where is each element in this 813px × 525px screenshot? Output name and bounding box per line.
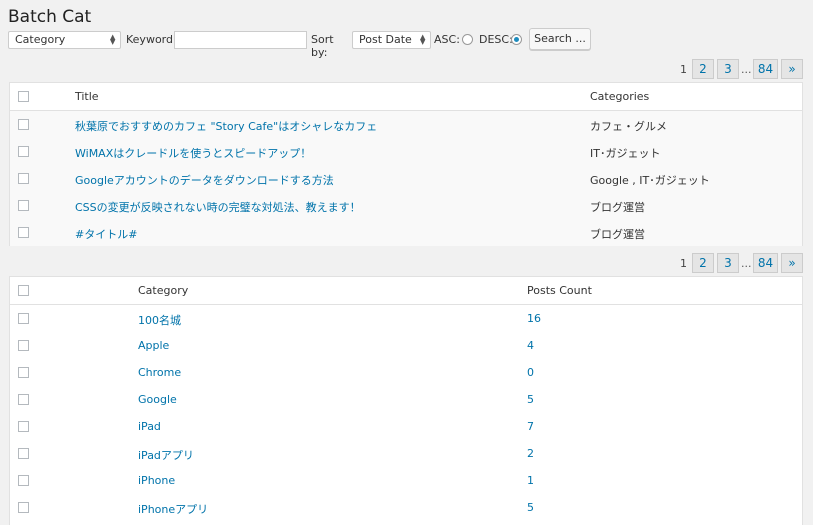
posts-table-header: Title Categories [10,83,802,111]
row-checkbox[interactable] [18,448,29,459]
row-checkbox[interactable] [18,313,29,324]
column-header-category: Category [138,284,189,297]
select-all-checkbox[interactable] [18,91,29,102]
posts-count-link[interactable]: 4 [527,339,534,352]
pagination-bottom: 1 2 3 ... 84 » [680,253,804,273]
post-categories: カフェ・グルメ [590,120,667,133]
categories-table: Category Posts Count 100名城 16 Apple 4 Ch… [9,276,803,525]
table-row: WiMAXはクレードルを使うとスピードアップ！ IT･ガジェット [10,138,802,165]
row-checkbox[interactable] [18,227,29,238]
row-checkbox[interactable] [18,200,29,211]
desc-radio[interactable] [511,34,522,45]
posts-count-link[interactable]: 7 [527,420,534,433]
next-page-button[interactable]: » [781,59,803,79]
category-select[interactable]: Category ▲ ▼ [8,31,121,49]
sort-label: Sort by: [311,33,334,59]
category-name-link[interactable]: iPhone [138,474,175,487]
category-name-link[interactable]: Google [138,393,177,406]
pagination-ellipsis: ... [741,257,752,270]
post-title-link[interactable]: #タイトル# [75,226,137,242]
page-link-last[interactable]: 84 [753,253,778,273]
table-row: Chrome 0 [10,359,802,386]
asc-label: ASC: [434,33,460,46]
desc-label: DESC: [479,33,513,46]
page-title: Batch Cat [8,7,92,27]
posts-count-link[interactable]: 0 [527,366,534,379]
categories-table-header: Category Posts Count [10,277,802,305]
posts-count-link[interactable]: 2 [527,447,534,460]
table-row: 秋葉原でおすすめのカフェ "Story Cafe"はオシャレなカフェ カフェ・グ… [10,111,802,138]
table-row: CSSの変更が反映されない時の完璧な対処法、教えます！ ブログ運営 [10,192,802,219]
select-arrows-icon: ▲ ▼ [110,33,116,46]
pagination-top: 1 2 3 ... 84 » [680,59,804,79]
category-name-link[interactable]: iPad [138,420,161,433]
table-row: 100名城 16 [10,305,802,332]
next-page-button[interactable]: » [781,253,803,273]
column-header-posts-count: Posts Count [527,284,592,297]
current-page: 1 [680,63,687,76]
page-link-2[interactable]: 2 [692,59,714,79]
table-row: iPhoneアプリ 5 [10,494,802,521]
search-button[interactable]: Search ... [529,28,591,50]
row-checkbox[interactable] [18,421,29,432]
category-name-link[interactable]: Chrome [138,366,181,379]
row-checkbox[interactable] [18,394,29,405]
row-checkbox[interactable] [18,119,29,130]
posts-count-link[interactable]: 1 [527,474,534,487]
posts-count-link[interactable]: 16 [527,312,541,325]
post-title-link[interactable]: WiMAXはクレードルを使うとスピードアップ！ [75,145,311,161]
column-header-title: Title [75,90,99,103]
page-link-2[interactable]: 2 [692,253,714,273]
posts-count-link[interactable]: 5 [527,501,534,514]
category-name-link[interactable]: Apple [138,339,169,352]
table-row: Googleアカウントのデータをダウンロードする方法 Google , IT･ガ… [10,165,802,192]
posts-table: Title Categories 秋葉原でおすすめのカフェ "Story Caf… [9,82,803,246]
keyword-label: Keyword: [126,33,177,46]
select-all-checkbox[interactable] [18,285,29,296]
category-name-link[interactable]: iPhoneアプリ [138,501,208,517]
table-row: Google 5 [10,386,802,413]
sort-select-value: Post Date [359,33,412,46]
posts-count-link[interactable]: 5 [527,393,534,406]
column-header-categories: Categories [590,90,650,103]
row-checkbox[interactable] [18,340,29,351]
post-categories: ブログ運営 [590,228,645,241]
post-categories: IT･ガジェット [590,147,661,160]
table-row: #タイトル# ブログ運営 [10,219,802,246]
row-checkbox[interactable] [18,367,29,378]
page-link-3[interactable]: 3 [717,253,739,273]
row-checkbox[interactable] [18,502,29,513]
table-row: iPad 7 [10,413,802,440]
current-page: 1 [680,257,687,270]
table-row: Apple 4 [10,332,802,359]
post-title-link[interactable]: Googleアカウントのデータをダウンロードする方法 [75,172,334,188]
asc-radio[interactable] [462,34,473,45]
page-link-3[interactable]: 3 [717,59,739,79]
row-checkbox[interactable] [18,173,29,184]
post-title-link[interactable]: CSSの変更が反映されない時の完璧な対処法、教えます！ [75,199,361,215]
row-checkbox[interactable] [18,475,29,486]
page-link-last[interactable]: 84 [753,59,778,79]
sort-select[interactable]: Post Date ▲ ▼ [352,31,431,49]
table-row: iPadアプリ 2 [10,440,802,467]
table-row: iPhone 1 [10,467,802,494]
category-select-value: Category [15,33,66,46]
category-name-link[interactable]: 100名城 [138,312,181,328]
pagination-ellipsis: ... [741,63,752,76]
row-checkbox[interactable] [18,146,29,157]
category-name-link[interactable]: iPadアプリ [138,447,194,463]
post-categories: Google , IT･ガジェット [590,174,710,187]
post-title-link[interactable]: 秋葉原でおすすめのカフェ "Story Cafe"はオシャレなカフェ [75,118,377,134]
keyword-input[interactable] [174,31,307,49]
select-arrows-icon: ▲ ▼ [420,33,426,46]
post-categories: ブログ運営 [590,201,645,214]
